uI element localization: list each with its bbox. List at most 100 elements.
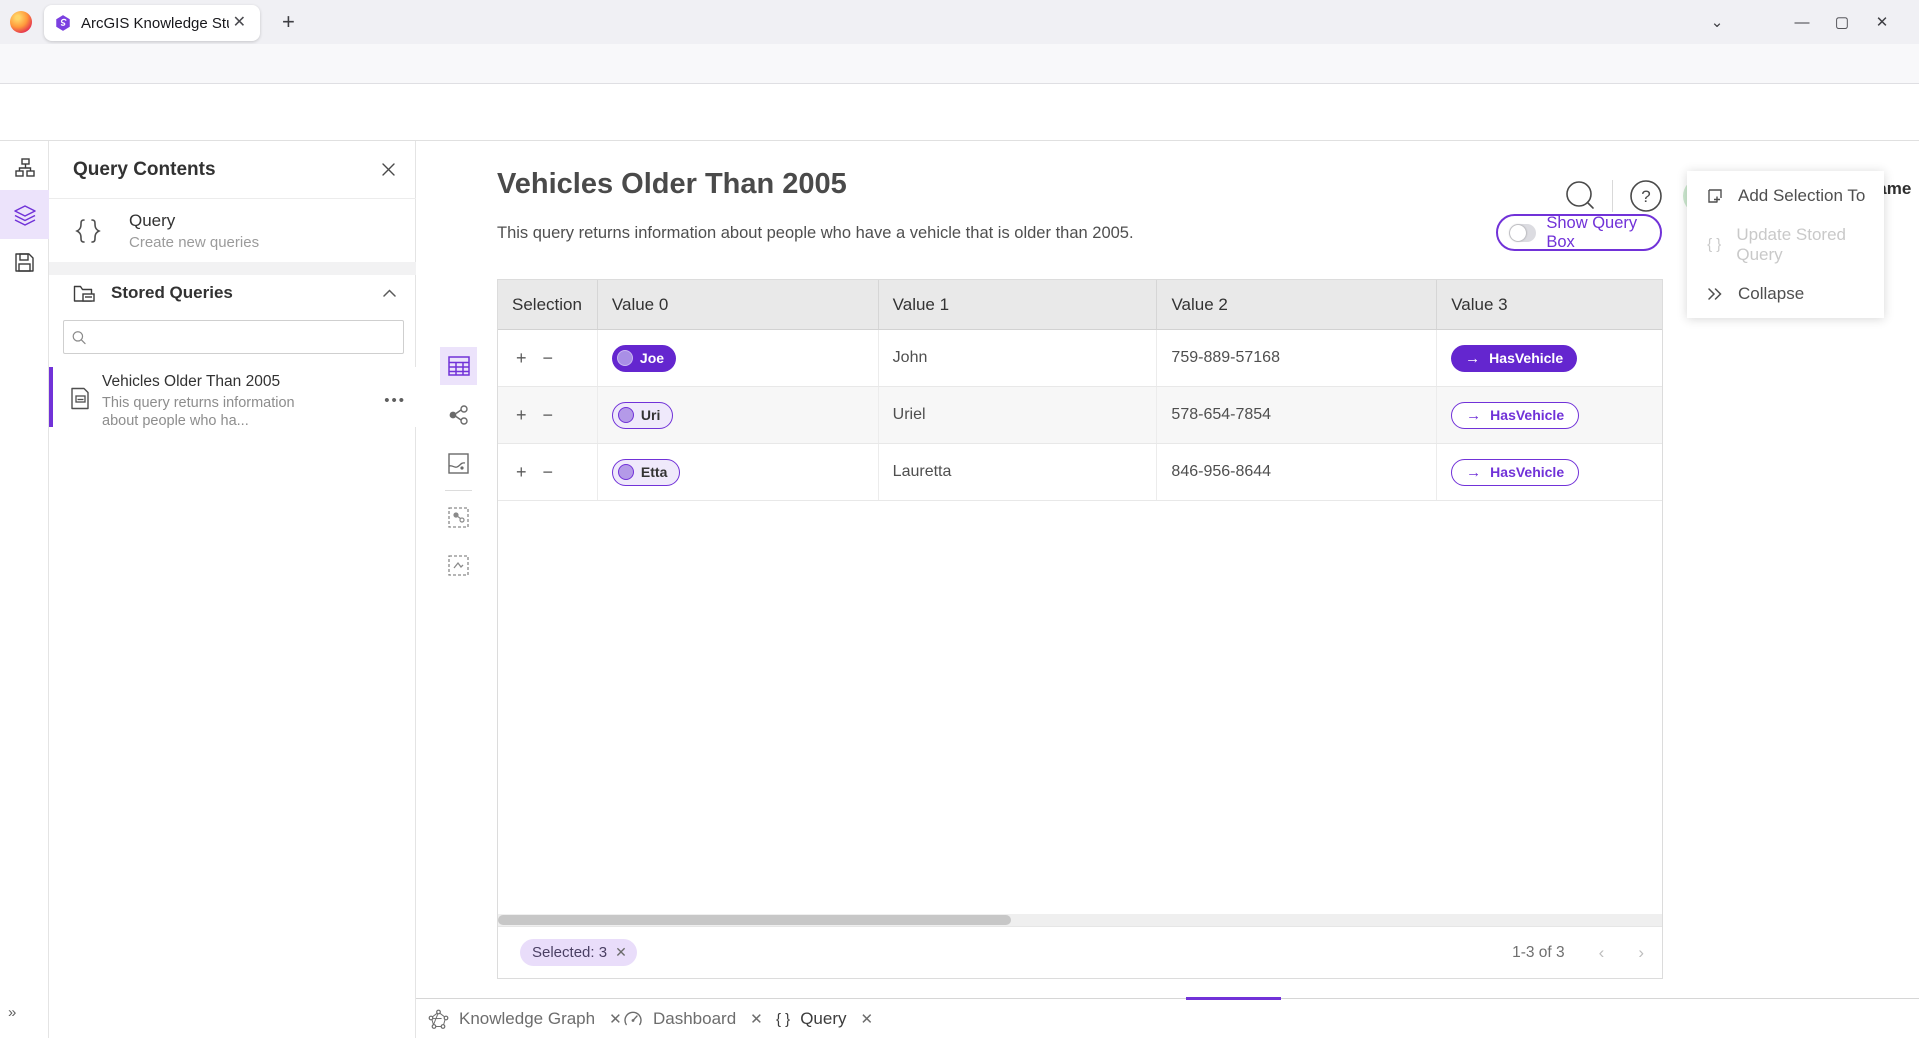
page-title: Vehicles Older Than 2005 — [497, 168, 847, 201]
view-link-chart-icon[interactable] — [440, 396, 477, 434]
expand-rail-icon[interactable]: » — [8, 1004, 14, 1021]
query-item-subtitle: Create new queries — [129, 234, 259, 251]
menu-update-stored-query[interactable]: { } Update Stored Query — [1687, 220, 1884, 269]
help-icon[interactable]: ? — [1628, 178, 1664, 214]
rail-item-contents[interactable] — [0, 190, 49, 239]
stored-queries-header[interactable]: Stored Queries — [49, 275, 416, 311]
panel-close-icon[interactable] — [381, 162, 396, 177]
tab-knowledge-graph[interactable]: Knowledge Graph ✕ — [428, 999, 622, 1038]
col-value1[interactable]: Value 1 — [879, 280, 1158, 329]
table-row[interactable]: + − Etta Lauretta 846-956-8644 →HasVehic… — [498, 444, 1662, 501]
entity-pill[interactable]: Joe — [612, 345, 676, 372]
row-add-icon[interactable]: + — [516, 405, 527, 426]
list-tabs-icon[interactable]: ⌄ — [1697, 13, 1737, 31]
panel-header: Query Contents — [49, 141, 416, 199]
toggle-label: Show Query Box — [1546, 214, 1646, 252]
braces-icon — [73, 216, 103, 246]
screen: ArcGIS Knowledge Studio ✕ + ⌄ — ▢ ✕ http… — [0, 0, 1919, 1038]
stored-query-description: This query returns information about peo… — [102, 394, 314, 430]
row-remove-icon[interactable]: − — [543, 462, 554, 483]
tab-query[interactable]: { } Query ✕ — [776, 999, 873, 1038]
browser-tab[interactable]: ArcGIS Knowledge Studio ✕ — [44, 5, 260, 41]
arrow-right-icon: → — [1466, 407, 1481, 424]
tab-title: ArcGIS Knowledge Studio — [81, 15, 229, 32]
row-add-icon[interactable]: + — [516, 348, 527, 369]
row-add-icon[interactable]: + — [516, 462, 527, 483]
minimize-icon[interactable]: — — [1782, 14, 1822, 31]
add-to-map-icon[interactable] — [440, 546, 477, 584]
add-to-link-chart-icon[interactable] — [440, 498, 477, 536]
search-input[interactable] — [94, 329, 395, 346]
cell-value1: John — [879, 330, 1158, 386]
browser-toolbar: https://dev0028833.esri.com/portal/apps/… — [0, 44, 1919, 84]
double-chevron-icon — [1705, 288, 1725, 300]
col-value3[interactable]: Value 3 — [1437, 280, 1662, 329]
row-range: 1-3 of 3 — [1512, 944, 1565, 962]
tab-dashboard[interactable]: Dashboard ✕ — [623, 999, 763, 1038]
app-header: Certification Project ? PL publisher2 la… — [0, 84, 1919, 141]
dashboard-gauge-icon — [623, 1009, 643, 1029]
tab-label: Knowledge Graph — [459, 1009, 595, 1029]
tab-close-icon[interactable]: ✕ — [750, 1010, 763, 1028]
col-selection[interactable]: Selection — [498, 280, 598, 329]
page-next-icon[interactable]: › — [1638, 943, 1644, 963]
tab-close-icon[interactable]: ✕ — [609, 1010, 622, 1028]
relationship-pill[interactable]: →HasVehicle — [1451, 459, 1579, 486]
tab-close-icon[interactable]: ✕ — [229, 13, 250, 33]
entity-pill[interactable]: Uri — [612, 402, 673, 429]
row-remove-icon[interactable]: − — [543, 405, 554, 426]
row-remove-icon[interactable]: − — [543, 348, 554, 369]
chevron-up-icon[interactable] — [383, 289, 396, 297]
table-row[interactable]: + − Uri Uriel 578-654-7854 →HasVehicle — [498, 387, 1662, 444]
toggle-switch[interactable] — [1509, 224, 1536, 242]
rail-item-save[interactable] — [0, 238, 49, 287]
braces-small-icon: { } — [1705, 236, 1723, 253]
selected-count-chip[interactable]: Selected: 3 ✕ — [520, 939, 637, 966]
rail-item-project-explorer[interactable] — [0, 143, 49, 192]
view-table-icon[interactable] — [440, 347, 477, 385]
window-close-icon[interactable]: ✕ — [1862, 13, 1902, 31]
strip-divider — [445, 490, 472, 491]
arrow-right-icon: → — [1465, 350, 1480, 367]
page-previous-icon[interactable]: ‹ — [1599, 943, 1605, 963]
scrollbar-thumb[interactable] — [498, 915, 1011, 925]
view-map-icon[interactable] — [440, 444, 477, 482]
query-create-item[interactable]: Query Create new queries — [49, 199, 416, 262]
new-tab-button[interactable]: + — [282, 12, 295, 32]
firefox-icon[interactable] — [10, 11, 32, 33]
clear-selection-icon[interactable]: ✕ — [615, 944, 627, 961]
maximize-icon[interactable]: ▢ — [1822, 13, 1862, 31]
menu-add-selection-to[interactable]: Add Selection To — [1687, 171, 1884, 220]
table-footer: Selected: 3 ✕ 1-3 of 3 ‹ › — [498, 926, 1662, 978]
panel-title: Query Contents — [73, 159, 381, 181]
relationship-pill[interactable]: →HasVehicle — [1451, 402, 1579, 429]
search-icon[interactable] — [1562, 178, 1598, 214]
entity-pill[interactable]: Etta — [612, 459, 680, 486]
panel-spacer — [49, 262, 416, 275]
tab-close-icon[interactable]: ✕ — [860, 1010, 873, 1028]
cell-value2: 846-956-8644 — [1157, 444, 1437, 500]
menu-collapse[interactable]: Collapse — [1687, 269, 1884, 318]
tab-label: Dashboard — [653, 1009, 736, 1029]
show-query-box-toggle[interactable]: Show Query Box — [1496, 214, 1662, 251]
browser-tabstrip: ArcGIS Knowledge Studio ✕ + ⌄ — ▢ ✕ — [0, 0, 1919, 44]
cell-value2: 759-889-57168 — [1157, 330, 1437, 386]
item-options-icon[interactable]: ••• — [384, 392, 406, 409]
selected-indicator — [49, 367, 53, 427]
page-description: This query returns information about peo… — [497, 224, 1134, 243]
relationship-pill[interactable]: →HasVehicle — [1451, 345, 1577, 372]
table-row[interactable]: + − Joe John 759-889-57168 →HasVehicle — [498, 330, 1662, 387]
stored-queries-search[interactable] — [63, 320, 404, 354]
results-table: Selection Value 0 Value 1 Value 2 Value … — [497, 279, 1663, 979]
table-header: Selection Value 0 Value 1 Value 2 Value … — [498, 280, 1662, 330]
col-value0[interactable]: Value 0 — [598, 280, 879, 329]
stored-query-title: Vehicles Older Than 2005 — [102, 373, 314, 391]
tab-label: Query — [800, 1009, 846, 1029]
horizontal-scrollbar[interactable] — [498, 914, 1662, 926]
col-value2[interactable]: Value 2 — [1157, 280, 1437, 329]
header-divider — [1612, 180, 1613, 212]
stored-query-item[interactable]: Vehicles Older Than 2005 This query retu… — [49, 367, 416, 427]
arcgis-knowledge-favicon — [54, 14, 72, 32]
active-tab-indicator — [1186, 997, 1281, 1000]
folder-icon — [73, 282, 98, 304]
